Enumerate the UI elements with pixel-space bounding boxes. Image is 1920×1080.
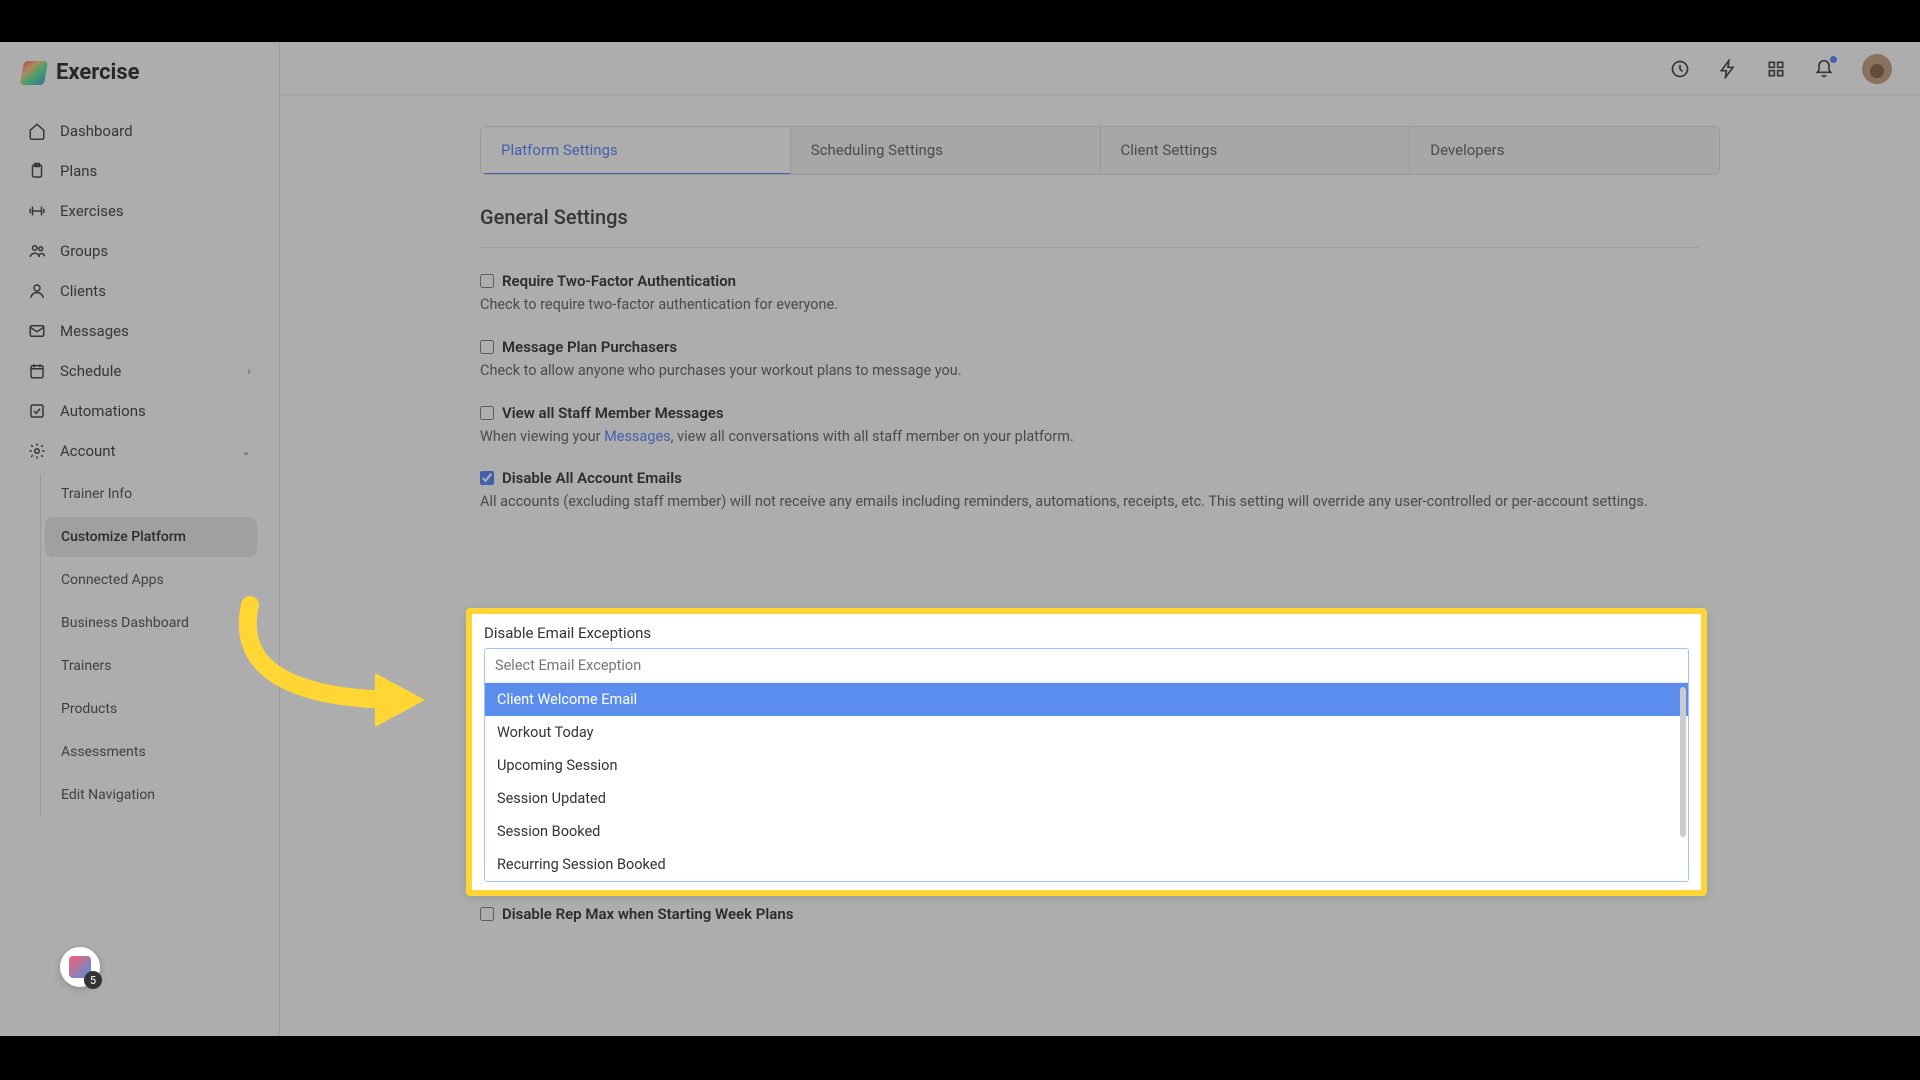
- fab-button[interactable]: 5: [60, 947, 100, 987]
- dropdown-list: Client Welcome Email Workout Today Upcom…: [485, 683, 1688, 881]
- home-icon: [28, 122, 46, 140]
- sidebar-subitem-products[interactable]: Products: [45, 689, 257, 729]
- tab-scheduling-settings[interactable]: Scheduling Settings: [791, 127, 1101, 174]
- sidebar-item-plans[interactable]: Plans: [14, 151, 265, 191]
- setting-desc: When viewing your Messages, view all con…: [480, 426, 1680, 448]
- tab-client-settings[interactable]: Client Settings: [1101, 127, 1411, 174]
- setting-desc: Check to allow anyone who purchases your…: [480, 360, 1680, 382]
- sidebar-subitem-connected-apps[interactable]: Connected Apps: [45, 560, 257, 600]
- setting-two-factor: Require Two-Factor Authentication Check …: [480, 272, 1680, 316]
- calendar-icon: [28, 362, 46, 380]
- fab-badge: 5: [84, 971, 102, 989]
- setting-label-text: Require Two-Factor Authentication: [502, 272, 736, 290]
- bolt-icon[interactable]: [1718, 59, 1738, 79]
- checkbox-disable-repmax[interactable]: [480, 907, 494, 921]
- sidebar: Exercise Dashboard Plans Exercises Group…: [0, 42, 280, 1036]
- notification-dot: [1830, 56, 1837, 63]
- dropdown-input[interactable]: [485, 649, 1688, 683]
- sidebar-item-label: Clients: [60, 282, 106, 300]
- grid-icon[interactable]: [1766, 59, 1786, 79]
- sidebar-item-schedule[interactable]: Schedule ›: [14, 351, 265, 391]
- sidebar-item-dashboard[interactable]: Dashboard: [14, 111, 265, 151]
- dumbbell-icon: [28, 202, 46, 220]
- chevron-down-icon: ⌄: [241, 444, 251, 458]
- dropdown-option-client-welcome[interactable]: Client Welcome Email: [485, 683, 1688, 716]
- sidebar-subitem-assessments[interactable]: Assessments: [45, 732, 257, 772]
- user-icon: [28, 282, 46, 300]
- checkbox-disable-emails[interactable]: [480, 471, 494, 485]
- highlight-disable-email-exceptions: Disable Email Exceptions Client Welcome …: [466, 608, 1707, 896]
- checkbox-message-purchasers[interactable]: [480, 340, 494, 354]
- setting-disable-emails: Disable All Account Emails All accounts …: [480, 469, 1680, 513]
- setting-label-text: View all Staff Member Messages: [502, 404, 724, 422]
- setting-view-staff: View all Staff Member Messages When view…: [480, 404, 1680, 448]
- logo-text: Exercise: [56, 60, 140, 85]
- checkbox-view-staff[interactable]: [480, 406, 494, 420]
- sidebar-item-label: Dashboard: [60, 122, 133, 140]
- clipboard-icon: [28, 162, 46, 180]
- dropdown-option-session-booked[interactable]: Session Booked: [485, 815, 1688, 848]
- setting-label-text: Message Plan Purchasers: [502, 338, 677, 356]
- dropdown-option-recurring-session-booked[interactable]: Recurring Session Booked: [485, 848, 1688, 881]
- sidebar-subitem-trainers[interactable]: Trainers: [45, 646, 257, 686]
- sidebar-item-automations[interactable]: Automations: [14, 391, 265, 431]
- setting-desc: All accounts (excluding staff member) wi…: [480, 491, 1680, 513]
- setting-desc: Check to require two-factor authenticati…: [480, 294, 1680, 316]
- sidebar-item-exercises[interactable]: Exercises: [14, 191, 265, 231]
- divider: [480, 247, 1700, 248]
- sidebar-subitem-trainer-info[interactable]: Trainer Info: [45, 474, 257, 514]
- users-icon: [28, 242, 46, 260]
- checkbox-two-factor[interactable]: [480, 274, 494, 288]
- topbar: [280, 42, 1920, 96]
- gear-icon: [28, 442, 46, 460]
- bell-icon[interactable]: [1814, 59, 1834, 79]
- sidebar-item-account[interactable]: Account ⌄: [14, 431, 265, 471]
- sidebar-item-label: Exercises: [60, 202, 124, 220]
- logo-icon: [20, 61, 48, 85]
- sidebar-item-messages[interactable]: Messages: [14, 311, 265, 351]
- avatar[interactable]: [1862, 54, 1892, 84]
- section-title: General Settings: [480, 205, 1830, 229]
- sidebar-item-label: Schedule: [60, 362, 121, 380]
- dropdown-option-workout-today[interactable]: Workout Today: [485, 716, 1688, 749]
- sidebar-submenu-account: Trainer Info Customize Platform Connecte…: [40, 474, 265, 815]
- chevron-right-icon: ›: [247, 364, 251, 378]
- dropdown-email-exceptions[interactable]: Client Welcome Email Workout Today Upcom…: [484, 648, 1689, 882]
- link-messages[interactable]: Messages: [604, 428, 671, 445]
- mail-icon: [28, 322, 46, 340]
- clock-icon[interactable]: [1670, 59, 1690, 79]
- sidebar-item-label: Account: [60, 442, 116, 460]
- sidebar-subitem-edit-navigation[interactable]: Edit Navigation: [45, 775, 257, 815]
- setting-label-text: Disable All Account Emails: [502, 469, 682, 487]
- sidebar-item-label: Groups: [60, 242, 108, 260]
- dropdown-option-upcoming-session[interactable]: Upcoming Session: [485, 749, 1688, 782]
- tab-developers[interactable]: Developers: [1410, 127, 1719, 174]
- scrollbar[interactable]: [1680, 687, 1686, 837]
- sidebar-item-groups[interactable]: Groups: [14, 231, 265, 271]
- settings-tabs: Platform Settings Scheduling Settings Cl…: [480, 126, 1720, 175]
- sidebar-subitem-customize-platform[interactable]: Customize Platform: [45, 517, 257, 557]
- highlight-title: Disable Email Exceptions: [484, 624, 1689, 642]
- setting-disable-repmax: Disable Rep Max when Starting Week Plans: [480, 905, 1680, 923]
- sidebar-item-clients[interactable]: Clients: [14, 271, 265, 311]
- logo[interactable]: Exercise: [0, 42, 279, 103]
- sidebar-subitem-business-dashboard[interactable]: Business Dashboard: [45, 603, 257, 643]
- tab-platform-settings[interactable]: Platform Settings: [481, 127, 791, 175]
- sidebar-item-label: Plans: [60, 162, 97, 180]
- setting-message-purchasers: Message Plan Purchasers Check to allow a…: [480, 338, 1680, 382]
- sidebar-item-label: Messages: [60, 322, 129, 340]
- setting-label-text: Disable Rep Max when Starting Week Plans: [502, 905, 793, 923]
- dropdown-option-session-updated[interactable]: Session Updated: [485, 782, 1688, 815]
- check-square-icon: [28, 402, 46, 420]
- sidebar-item-label: Automations: [60, 402, 146, 420]
